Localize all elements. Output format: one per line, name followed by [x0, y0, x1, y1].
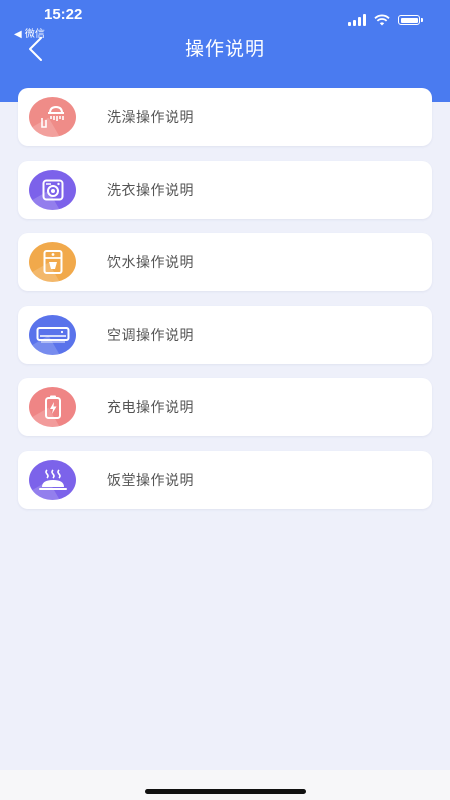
shower-icon: [29, 97, 76, 137]
list-item-charging[interactable]: 充电操作说明: [18, 378, 432, 436]
list-item-laundry[interactable]: 洗衣操作说明: [18, 160, 432, 219]
washing-machine-icon: [29, 169, 76, 210]
list-item-dining-hall[interactable]: 饭堂操作说明: [18, 450, 432, 509]
dining-icon: [29, 459, 76, 500]
status-time: 15:22: [44, 6, 83, 23]
list-item-label: 充电操作说明: [107, 400, 194, 416]
list-item-label: 饮水操作说明: [107, 255, 194, 271]
list-item-label: 空调操作说明: [107, 327, 194, 344]
list-item-label: 饭堂操作说明: [107, 472, 194, 489]
status-icons: [348, 12, 423, 28]
wifi-icon: [374, 14, 390, 26]
signal-icon: [348, 14, 366, 26]
instruction-list: 洗澡操作说明 洗衣操作说明 饮水操作说明 空调操作说明 充电操作说明 饭堂操作说…: [18, 88, 432, 523]
page-title: 操作说明: [184, 38, 265, 60]
charging-icon: [29, 387, 76, 427]
header-bar: 15:22 ◀ 微信 操作说明: [0, 0, 450, 102]
water-dispenser-icon: [29, 242, 76, 282]
air-conditioner-icon: [29, 314, 76, 355]
bottom-safe-area: [0, 770, 450, 800]
battery-icon: [398, 15, 423, 25]
list-item-label: 洗澡操作说明: [107, 110, 194, 126]
list-item-drinking-water[interactable]: 饮水操作说明: [18, 233, 432, 291]
home-indicator[interactable]: [145, 789, 306, 794]
list-item-shower[interactable]: 洗澡操作说明: [18, 88, 432, 146]
list-item-label: 洗衣操作说明: [107, 182, 194, 199]
list-item-air-conditioner[interactable]: 空调操作说明: [18, 305, 432, 364]
